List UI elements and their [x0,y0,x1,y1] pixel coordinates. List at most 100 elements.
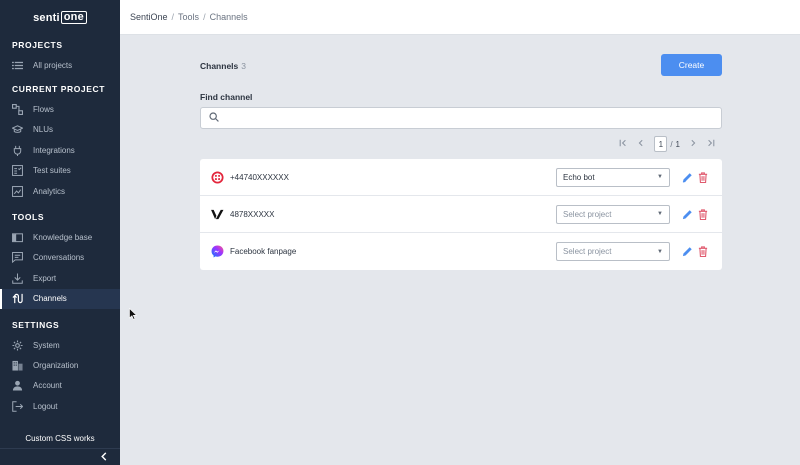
caret-down-icon: ▼ [657,211,663,217]
page-number-input[interactable]: 1 [654,136,668,152]
sidebar-item-label: Conversations [33,253,85,263]
sidebar-item-analytics[interactable]: Analytics [0,181,120,201]
edit-button[interactable] [680,170,694,184]
sidebar-item-label: Organization [33,360,79,370]
chat-icon [12,252,23,264]
edit-button[interactable] [680,245,694,259]
user-icon [12,380,23,391]
custom-css-text: Custom CSS works [25,434,95,443]
breadcrumb-separator: / [203,12,206,22]
sidebar-item-label: Knowledge base [33,233,93,243]
section-title-projects: PROJECTS [12,40,63,50]
pagination: 1 / 1 [200,135,722,153]
caret-down-icon: ▼ [657,248,663,255]
page-total: 1 [675,139,680,149]
list-icon [12,60,23,71]
sidebar-item-nlus[interactable]: NLUs [0,120,120,140]
sidebar-item-channels[interactable]: Channels [0,288,120,310]
breadcrumb-separator: / [171,12,175,22]
sidebar-item-label: Account [33,381,62,391]
gear-icon [12,340,23,351]
sidebar-item-label: Logout [33,401,58,411]
logo[interactable]: senti one [0,0,120,35]
book-icon [12,232,23,243]
edit-button[interactable] [680,207,694,221]
next-page-button[interactable] [686,139,700,149]
main-content: Channels 3 Create Find channel 1 / 1 +447… [200,54,722,270]
sidebar-item-system[interactable]: System [0,335,120,355]
project-select[interactable]: Select project ▼ [556,242,670,261]
sidebar-item-label: All projects [33,60,73,70]
breadcrumb-item-channels: Channels [209,12,248,22]
sidebar-item-flows[interactable]: Flows [0,99,120,119]
breadcrumb-item-sentione[interactable]: SentiOne [130,12,168,22]
header-row: Channels 3 Create [200,54,722,76]
project-select[interactable]: Select project ▼ [556,204,670,224]
breadcrumb: SentiOne / Tools / Channels [120,0,800,35]
channels-count: 3 [241,61,246,71]
search-box [200,107,722,129]
delete-button[interactable] [696,170,710,184]
select-value: Echo bot [563,172,595,182]
mouse-cursor-icon [129,307,138,325]
first-page-button[interactable] [616,139,630,149]
channel-name: Facebook fanpage [230,247,297,256]
graduation-cap-icon [12,124,23,135]
sidebar-collapse-button[interactable] [0,448,120,465]
channels-icon [12,293,23,304]
sidebar-item-label: Flows [33,105,54,115]
chevron-left-icon [100,448,108,465]
select-placeholder: Select project [563,209,612,219]
sidebar-item-logout[interactable]: Logout [0,396,120,416]
delete-button[interactable] [696,207,710,221]
sidebar-item-label: Analytics [33,186,66,196]
breadcrumb-item-tools[interactable]: Tools [178,12,199,22]
channel-name: +44740XXXXXX [230,172,289,182]
analytics-icon [12,185,23,197]
prev-page-button[interactable] [634,139,648,149]
channel-row[interactable]: Facebook fanpage Select project ▼ [200,233,722,270]
sidebar-item-label: NLUs [33,125,54,135]
sidebar-item-all-projects[interactable]: All projects [0,55,120,75]
messenger-icon [211,245,224,258]
download-icon [12,273,23,284]
create-button[interactable]: Create [661,54,722,76]
project-select[interactable]: Echo bot ▼ [556,167,670,187]
flows-icon [12,104,23,116]
page-title-text: Channels [200,61,239,71]
sidebar-item-knowledge-base[interactable]: Knowledge base [0,227,120,247]
sentione-logo: senti one [33,11,87,24]
plug-icon [12,145,23,156]
sidebar-item-label: Channels [33,294,67,304]
vonage-icon [211,208,224,221]
channels-list: +44740XXXXXX Echo bot ▼ 4878XXXXX Select… [200,159,722,270]
section-title-settings: SETTINGS [12,319,60,330]
caret-down-icon: ▼ [657,174,663,180]
sidebar-item-conversations[interactable]: Conversations [0,248,120,268]
sidebar-item-label: Integrations [33,145,75,155]
logout-icon [12,400,23,412]
sidebar-item-test-suites[interactable]: Test suites [0,161,120,181]
section-title-current-project: CURRENT PROJECT [12,84,106,95]
section-title-tools: TOOLS [12,212,45,223]
sidebar-item-organization[interactable]: Organization [0,355,120,375]
channel-row[interactable]: +44740XXXXXX Echo bot ▼ [200,159,722,196]
search-input[interactable] [225,113,721,123]
logo-text-senti: senti [33,11,60,24]
delete-button[interactable] [696,245,710,259]
page-title: Channels 3 [200,56,246,74]
twilio-icon [211,170,224,184]
sidebar-item-export[interactable]: Export [0,268,120,288]
channel-name: 4878XXXXX [230,209,275,219]
sidebar-item-integrations[interactable]: Integrations [0,140,120,160]
last-page-button[interactable] [704,139,718,149]
test-suites-icon [12,165,23,177]
sidebar-item-label: System [33,340,60,350]
sidebar-item-account[interactable]: Account [0,376,120,396]
find-channel-label: Find channel [200,92,253,102]
building-icon [12,360,23,371]
logo-text-one: one [60,11,87,24]
channel-row[interactable]: 4878XXXXX Select project ▼ [200,196,722,233]
select-placeholder: Select project [563,247,612,256]
page-separator: / [670,139,673,149]
